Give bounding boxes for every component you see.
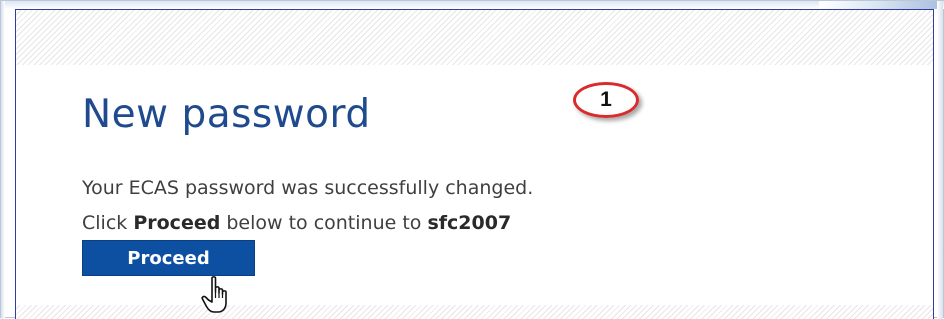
instruction-action: Proceed — [133, 212, 221, 234]
right-shadow-edge — [937, 1, 943, 319]
top-shade — [1, 1, 944, 9]
header-corner-decoration — [819, 1, 943, 9]
content-area: New password 1 Your ECAS password was su… — [16, 65, 933, 313]
screenshot-frame: New password 1 Your ECAS password was su… — [0, 0, 944, 319]
left-shadow-edge — [1, 1, 5, 319]
page-title: New password — [82, 92, 371, 137]
hand-pointer-icon — [201, 276, 227, 313]
instruction-message: Click Proceed below to continue to sfc20… — [82, 211, 511, 235]
numbered-callout-badge: 1 — [573, 82, 639, 118]
instruction-prefix: Click — [82, 212, 134, 234]
success-message: Your ECAS password was successfully chan… — [82, 177, 534, 199]
callout-number: 1 — [600, 88, 612, 111]
instruction-target: sfc2007 — [427, 212, 512, 234]
instruction-middle: below to continue to — [220, 212, 428, 234]
proceed-button[interactable]: Proceed — [82, 240, 255, 276]
content-panel: New password 1 Your ECAS password was su… — [15, 9, 934, 319]
